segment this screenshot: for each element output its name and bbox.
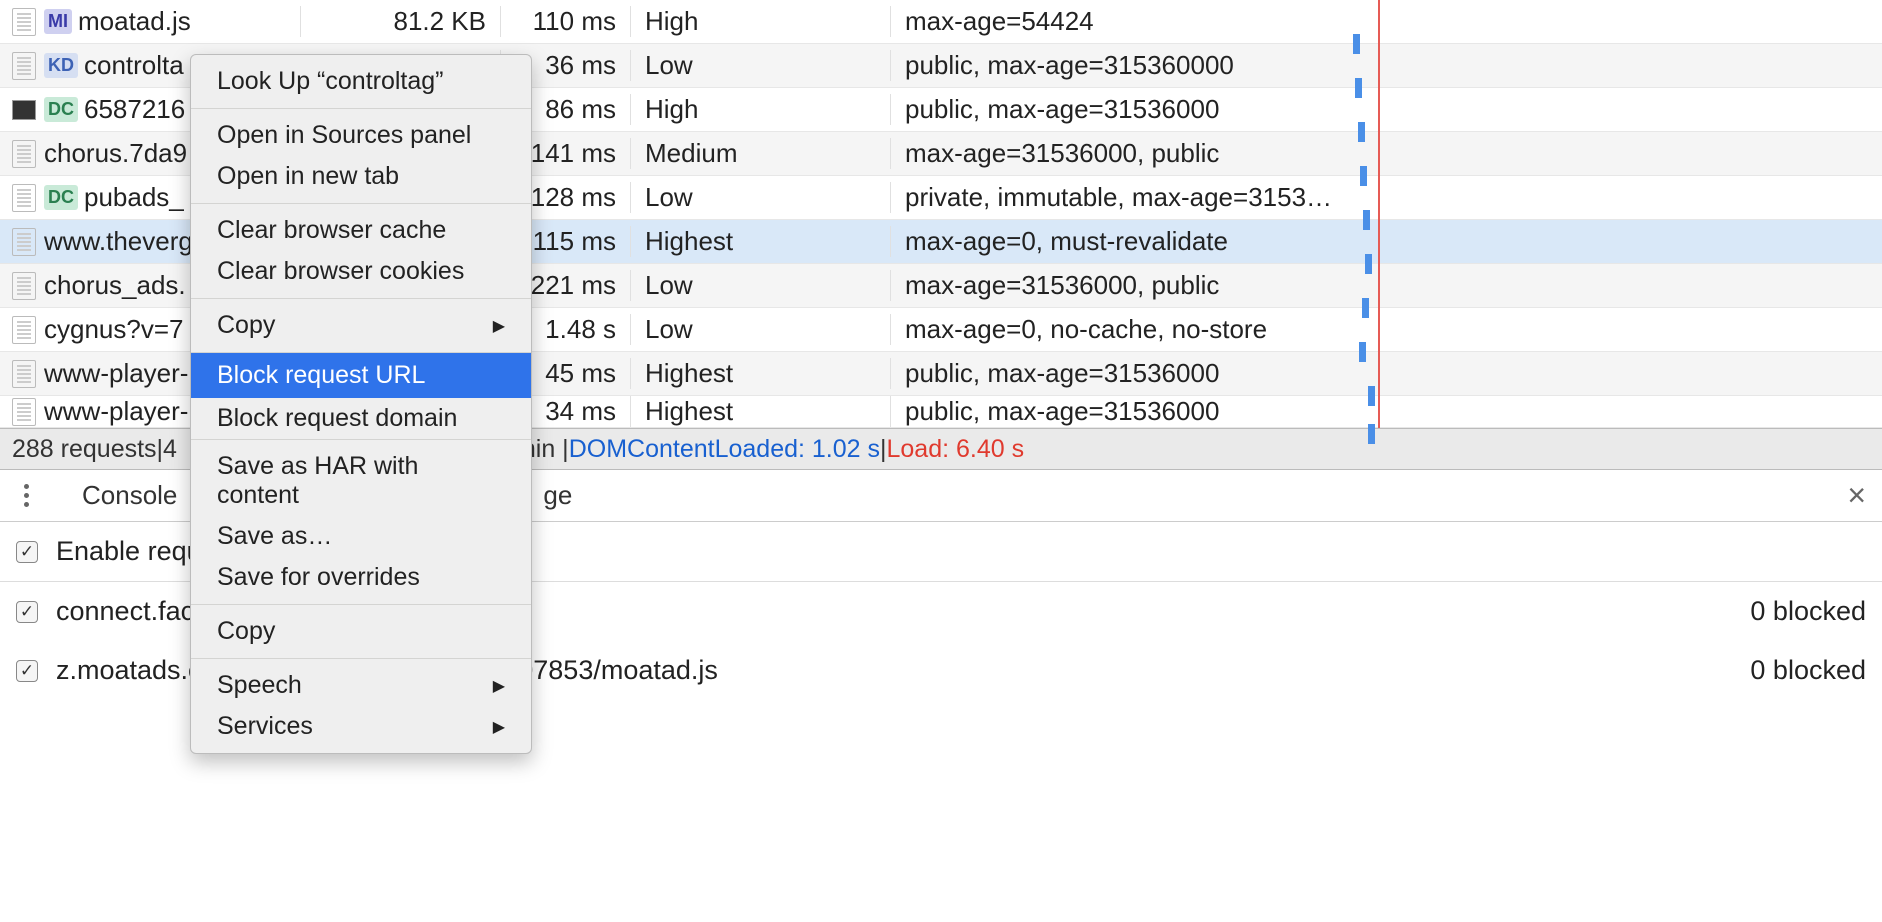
context-menu: Look Up “controltag” Open in Sources pan… [190,54,532,754]
waterfall-bar [1359,342,1366,362]
initiator-badge: MI [44,9,72,34]
waterfall-bar [1353,34,1360,54]
resource-name: www-player- [44,358,188,389]
ctx-open-sources[interactable]: Open in Sources panel [191,115,531,156]
kebab-icon[interactable] [12,482,40,510]
ctx-services[interactable]: Services [191,706,531,747]
cell-cache: private, immutable, max-age=31536… [890,182,1340,213]
blocked-count: 0 blocked [1750,596,1866,627]
load-event-line [1378,0,1380,428]
initiator-badge: DC [44,185,78,210]
cell-name: MImoatad.js [0,6,300,37]
initiator-badge: DC [44,97,78,122]
waterfall-bar [1368,424,1375,444]
cell-cache: public, max-age=31536000 [890,94,1340,125]
resource-name: pubads_ [84,182,184,213]
cell-priority: Low [630,314,890,345]
resource-name: cygnus?v=7 [44,314,183,345]
cell-priority: Low [630,270,890,301]
resource-name: www.theverg [44,226,193,257]
ctx-block-url[interactable]: Block request URL [191,353,531,398]
domcontentloaded-time: DOMContentLoaded: 1.02 s [569,435,880,464]
cell-priority: High [630,6,890,37]
close-icon[interactable]: × [1847,477,1866,514]
document-file-icon [12,8,36,36]
cell-priority: Highest [630,396,890,427]
ctx-clear-cache[interactable]: Clear browser cache [191,210,531,251]
document-file-icon [12,398,36,426]
document-file-icon [12,184,36,212]
cell-cache: max-age=31536000, public [890,270,1340,301]
requests-count: 288 requests [12,435,157,464]
network-row[interactable]: MImoatad.js81.2 KB110 msHighmax-age=5442… [0,0,1882,44]
ctx-speech[interactable]: Speech [191,665,531,706]
cell-time: 110 ms [500,6,630,37]
enable-blocking-label: Enable requ [56,536,202,567]
tab-other[interactable]: ge [525,480,590,511]
document-file-icon [12,272,36,300]
waterfall-bar [1358,122,1365,142]
document-file-icon [12,140,36,168]
waterfall-bar [1360,166,1367,186]
cell-cache: public, max-age=31536000 [890,396,1340,427]
blocked-count: 0 blocked [1750,655,1866,686]
tab-console[interactable]: Console [64,480,195,511]
ctx-open-tab[interactable]: Open in new tab [191,156,531,197]
ctx-clear-cookies[interactable]: Clear browser cookies [191,251,531,292]
cell-cache: max-age=0, no-cache, no-store [890,314,1340,345]
cell-size: 81.2 KB [300,6,500,37]
cell-priority: Low [630,50,890,81]
cell-cache: max-age=31536000, public [890,138,1340,169]
initiator-badge: KD [44,53,78,78]
waterfall-bar [1355,78,1362,98]
ctx-save-har[interactable]: Save as HAR with content [191,446,531,516]
pattern-checkbox[interactable]: ✓ [16,601,38,623]
cell-priority: Medium [630,138,890,169]
document-file-icon [12,360,36,388]
cell-priority: Highest [630,358,890,389]
cell-cache: max-age=0, must-revalidate [890,226,1340,257]
ctx-save-as[interactable]: Save as… [191,516,531,557]
cell-priority: Low [630,182,890,213]
document-file-icon [12,316,36,344]
cell-cache: max-age=54424 [890,6,1340,37]
waterfall-bar [1368,386,1375,406]
document-file-icon [12,228,36,256]
pattern-checkbox[interactable]: ✓ [16,660,38,682]
resource-name: www-player- [44,396,188,427]
cell-priority: High [630,94,890,125]
ctx-copy[interactable]: Copy [191,305,531,346]
resource-name: chorus_ads. [44,270,186,301]
resource-name: moatad.js [78,6,191,37]
load-time: Load: 6.40 s [887,435,1025,464]
cell-priority: Highest [630,226,890,257]
waterfall-bar [1365,254,1372,274]
ctx-lookup[interactable]: Look Up “controltag” [191,61,531,102]
ctx-block-domain[interactable]: Block request domain [191,398,531,439]
ctx-copy-2[interactable]: Copy [191,611,531,652]
waterfall-bar [1362,298,1369,318]
waterfall-bar [1363,210,1370,230]
image-file-icon [12,100,36,120]
document-file-icon [12,52,36,80]
cell-cache: public, max-age=31536000 [890,358,1340,389]
ctx-save-over[interactable]: Save for overrides [191,557,531,598]
enable-blocking-checkbox[interactable]: ✓ [16,541,38,563]
cell-cache: public, max-age=315360000 [890,50,1340,81]
resource-name: controlta [84,50,184,81]
pattern-text: connect.fac [56,596,194,627]
resource-name: chorus.7da9 [44,138,187,169]
resource-name: 6587216 [84,94,185,125]
